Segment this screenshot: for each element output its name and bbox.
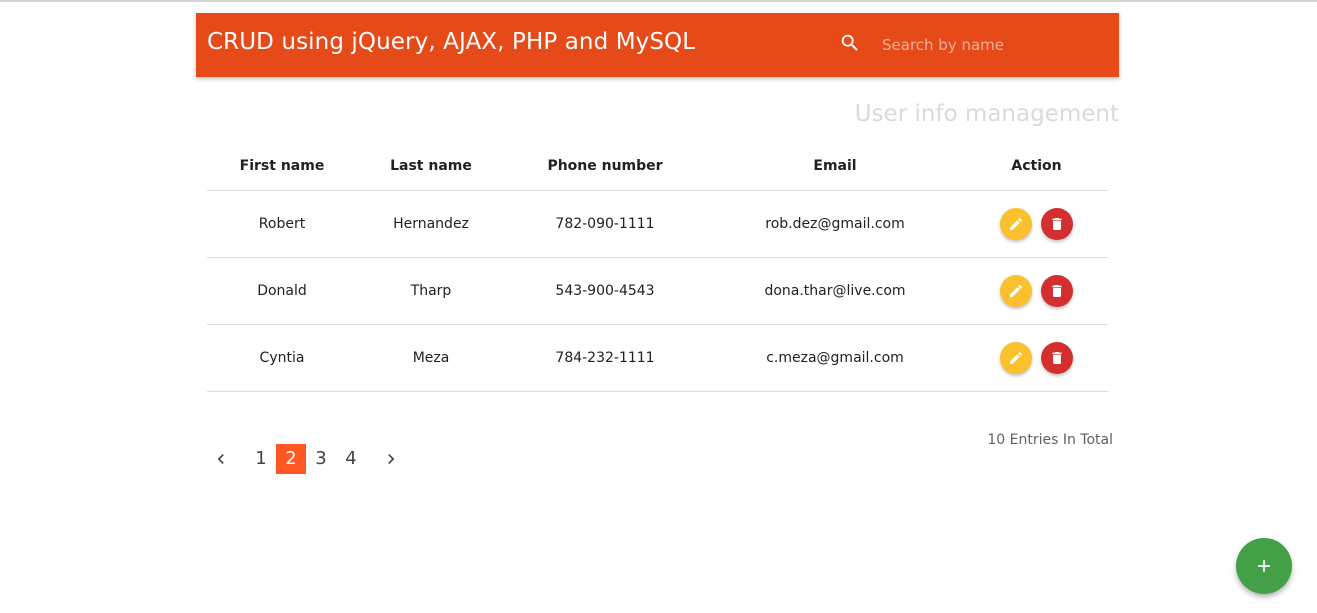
cell-action	[965, 257, 1108, 325]
cell-first-name: Cyntia	[207, 324, 357, 392]
edit-button[interactable]	[1000, 208, 1033, 240]
pencil-icon	[1010, 351, 1023, 364]
page-button-4[interactable]: 4	[336, 444, 366, 474]
table-row: Robert Hernandez 782-090-1111 rob.dez@gm…	[207, 190, 1108, 258]
cell-phone-number: 782-090-1111	[505, 190, 705, 258]
cell-first-name: Donald	[207, 257, 357, 325]
cell-email: dona.thar@live.com	[705, 257, 965, 325]
cell-email: c.meza@gmail.com	[705, 324, 965, 392]
edit-button[interactable]	[1000, 342, 1033, 374]
previous-page-button[interactable]	[206, 444, 236, 474]
page-button-3[interactable]: 3	[306, 444, 336, 474]
window-top-border	[0, 0, 1317, 2]
pencil-icon	[1010, 217, 1023, 230]
add-user-button[interactable]	[1236, 538, 1292, 594]
search-icon[interactable]	[839, 32, 861, 54]
table-header-row: First name Last name Phone number Email …	[207, 142, 1108, 191]
delete-button[interactable]	[1040, 208, 1073, 240]
users-table: First name Last name Phone number Email …	[207, 142, 1108, 392]
entries-total: 10 Entries In Total	[987, 432, 1113, 448]
next-page-button[interactable]	[376, 444, 406, 474]
column-header-phone-number: Phone number	[505, 142, 705, 191]
search-input[interactable]	[871, 33, 1112, 57]
edit-button[interactable]	[1000, 275, 1033, 307]
chevron-right-icon	[388, 454, 395, 464]
trash-icon	[1052, 352, 1062, 364]
table-row: Cyntia Meza 784-232-1111 c.meza@gmail.co…	[207, 324, 1108, 392]
trash-icon	[1052, 285, 1062, 297]
column-header-action: Action	[965, 142, 1108, 191]
cell-phone-number: 784-232-1111	[505, 324, 705, 392]
plus-icon	[1258, 560, 1270, 572]
cell-last-name: Meza	[357, 324, 505, 392]
delete-button[interactable]	[1040, 342, 1073, 374]
delete-button[interactable]	[1040, 275, 1073, 307]
pencil-icon	[1010, 284, 1023, 297]
cell-phone-number: 543-900-4543	[505, 257, 705, 325]
page-button-1[interactable]: 1	[246, 444, 276, 474]
page-button-2-current[interactable]: 2	[276, 444, 306, 474]
cell-action	[965, 324, 1108, 392]
app-title: CRUD using jQuery, AJAX, PHP and MySQL	[207, 29, 696, 55]
trash-icon	[1052, 218, 1062, 230]
cell-last-name: Tharp	[357, 257, 505, 325]
table-row: Donald Tharp 543-900-4543 dona.thar@live…	[207, 257, 1108, 325]
cell-last-name: Hernandez	[357, 190, 505, 258]
app-bar: CRUD using jQuery, AJAX, PHP and MySQL	[196, 13, 1119, 77]
cell-email: rob.dez@gmail.com	[705, 190, 965, 258]
column-header-last-name: Last name	[357, 142, 505, 191]
column-header-email: Email	[705, 142, 965, 191]
column-header-first-name: First name	[207, 142, 357, 191]
page-subtitle: User info management	[854, 101, 1119, 127]
cell-action	[965, 190, 1108, 258]
chevron-left-icon	[217, 454, 224, 464]
cell-first-name: Robert	[207, 190, 357, 258]
